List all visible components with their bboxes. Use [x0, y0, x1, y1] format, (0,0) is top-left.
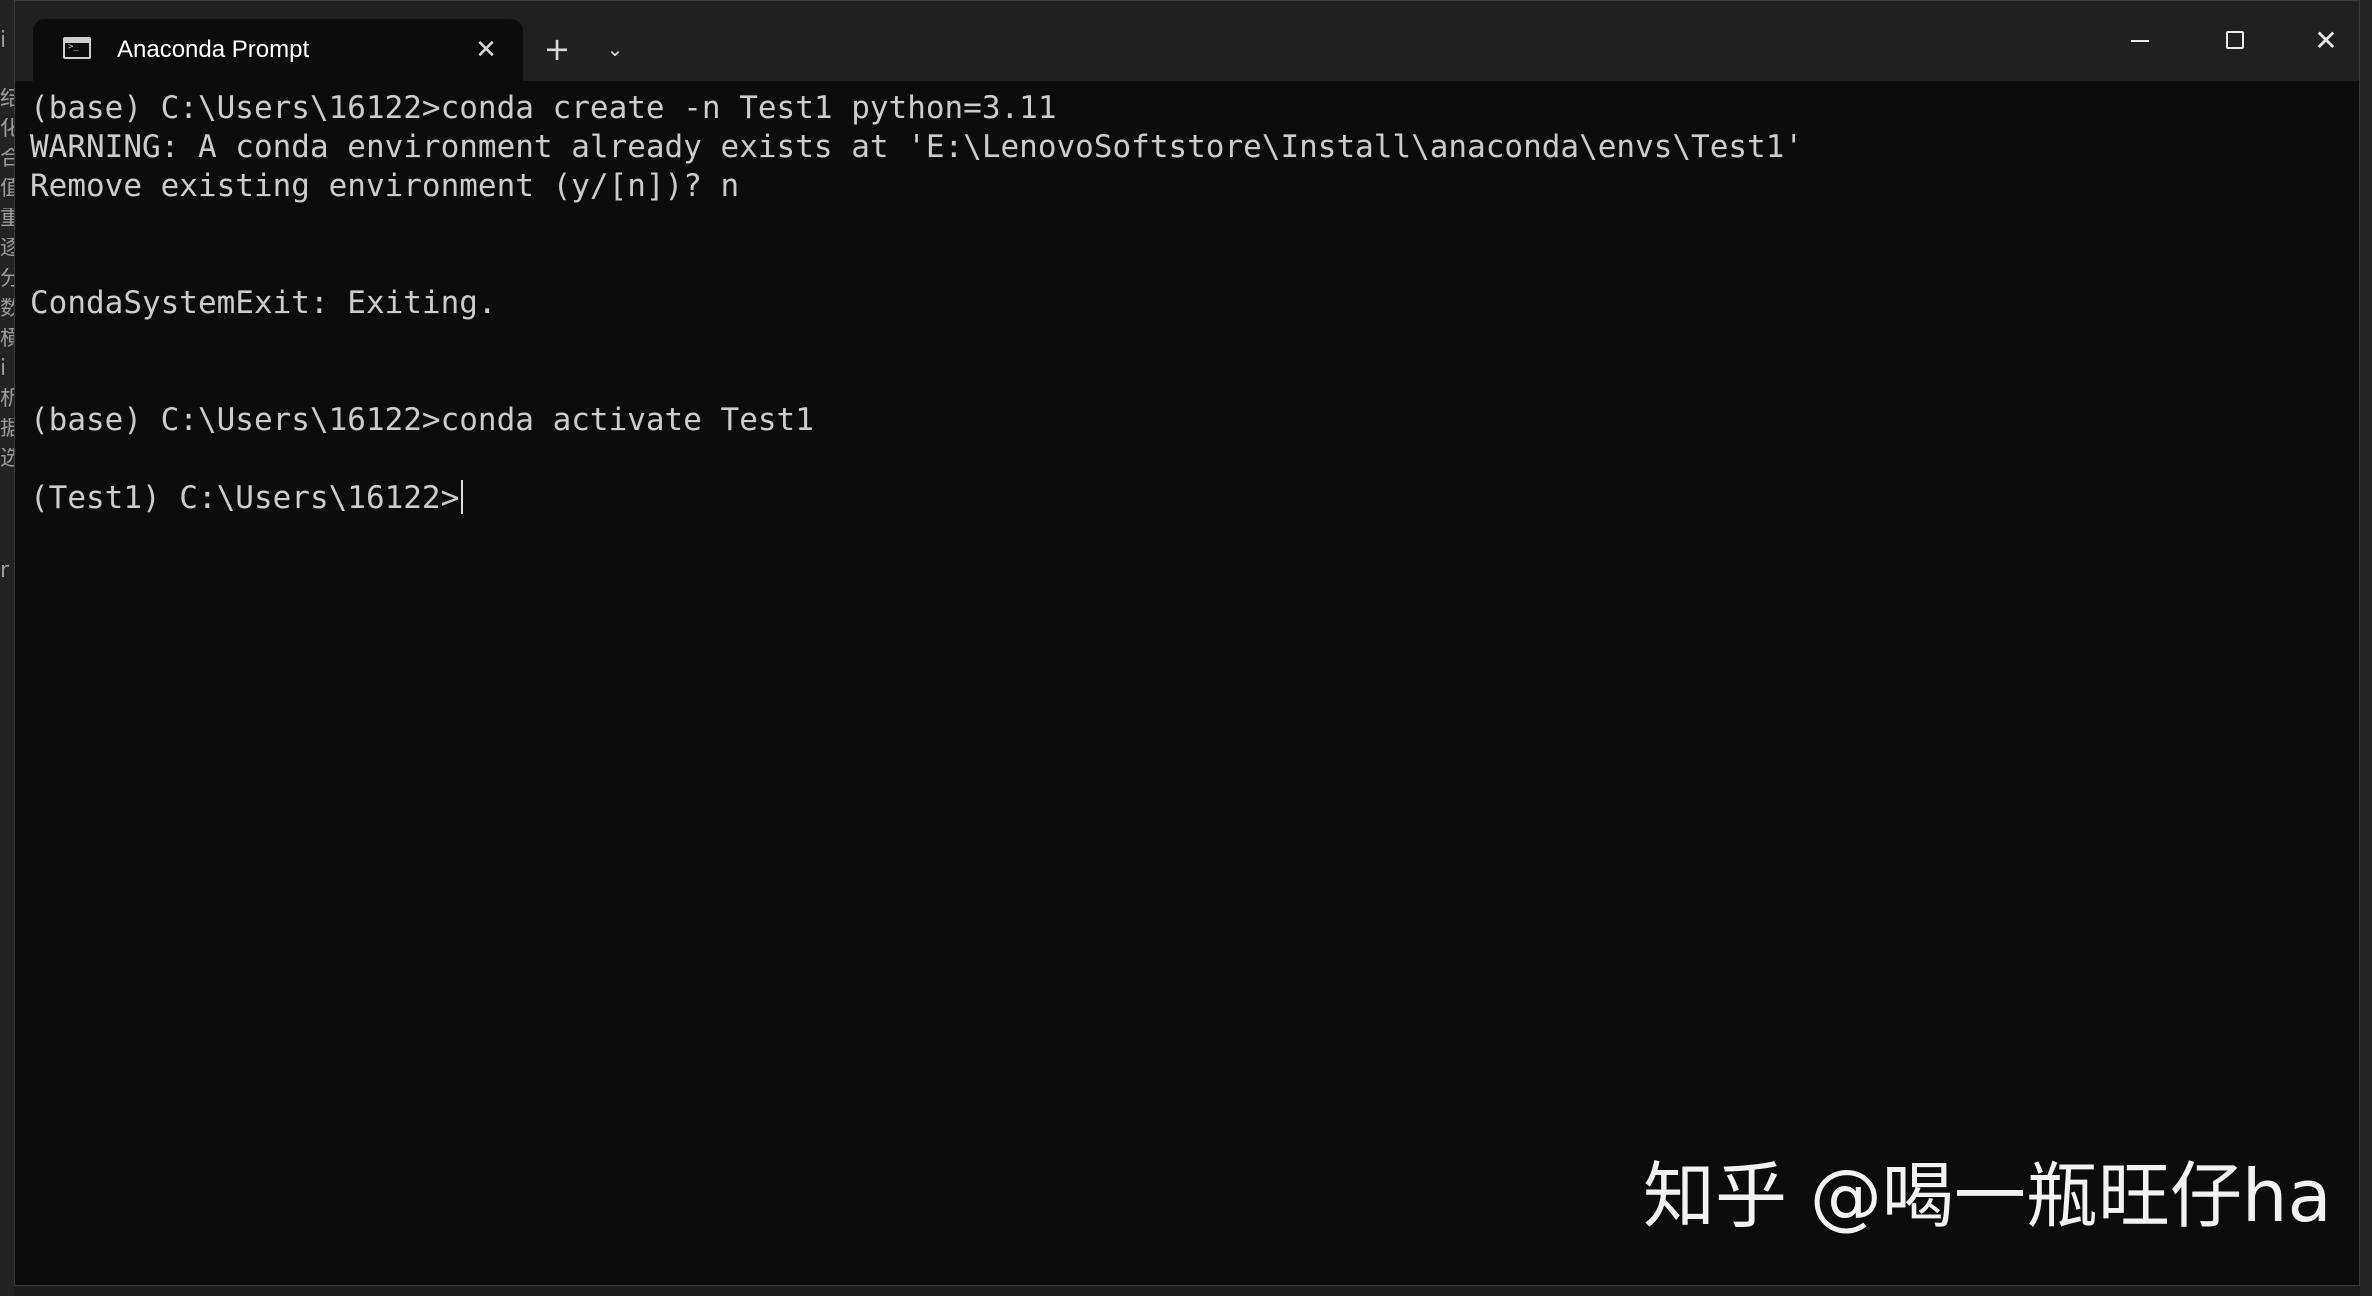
chevron-down-icon[interactable]: ⌄	[595, 29, 635, 69]
terminal-prompt: (Test1) C:\Users\16122>	[30, 480, 460, 516]
minimize-icon	[2131, 40, 2149, 42]
tab-anaconda-prompt[interactable]: Anaconda Prompt ✕	[33, 19, 523, 81]
terminal-icon	[63, 37, 91, 59]
background-char: 数	[0, 298, 14, 320]
new-tab-button[interactable]: +	[535, 29, 579, 69]
background-char: i	[0, 30, 7, 52]
terminal-line: Remove existing environment (y/[n])? n	[30, 168, 740, 204]
close-icon[interactable]: ✕	[469, 33, 503, 67]
terminal-output[interactable]: (base) C:\Users\16122>conda create -n Te…	[15, 81, 2359, 1285]
text-cursor	[461, 480, 464, 514]
background-char: 横	[0, 328, 14, 350]
terminal-line: (base) C:\Users\16122>conda activate Tes…	[30, 402, 814, 438]
minimize-button[interactable]	[2105, 13, 2175, 69]
background-char: 分	[0, 268, 14, 290]
background-char: 合	[0, 148, 14, 170]
background-char: 结	[0, 88, 14, 110]
background-char: 值	[0, 178, 14, 200]
background-window-edge-bottom	[14, 1286, 2360, 1296]
terminal-line: CondaSystemExit: Exiting.	[30, 285, 497, 321]
maximize-button[interactable]	[2201, 13, 2271, 69]
watermark: 知乎 @喝一瓶旺仔ha	[1643, 1154, 2332, 1238]
background-char: 重	[0, 208, 14, 230]
background-char: 逐	[0, 238, 14, 260]
background-char: i	[0, 358, 7, 380]
terminal-line: (base) C:\Users\16122>conda create -n Te…	[30, 90, 1057, 126]
background-window-edge-right	[2360, 0, 2372, 1296]
maximize-icon	[2226, 31, 2244, 49]
tab-title: Anaconda Prompt	[117, 36, 310, 63]
background-char: r	[0, 560, 10, 582]
background-char: 选	[0, 448, 14, 470]
terminal-window: Anaconda Prompt ✕ + ⌄ ✕ (base) C:\Users\…	[14, 0, 2360, 1286]
terminal-prompt-line[interactable]: (Test1) C:\Users\16122>	[30, 479, 464, 518]
terminal-line: WARNING: A conda environment already exi…	[30, 129, 1804, 165]
close-window-button[interactable]: ✕	[2291, 13, 2359, 69]
background-char: 据	[0, 418, 14, 440]
background-char: 析	[0, 388, 14, 410]
background-window-edge: i 结 化 合 值 重 逐 分 数 横 i 析 据 选 r	[0, 0, 14, 1296]
title-bar[interactable]: Anaconda Prompt ✕ + ⌄ ✕	[15, 1, 2359, 81]
background-char: 化	[0, 118, 14, 140]
